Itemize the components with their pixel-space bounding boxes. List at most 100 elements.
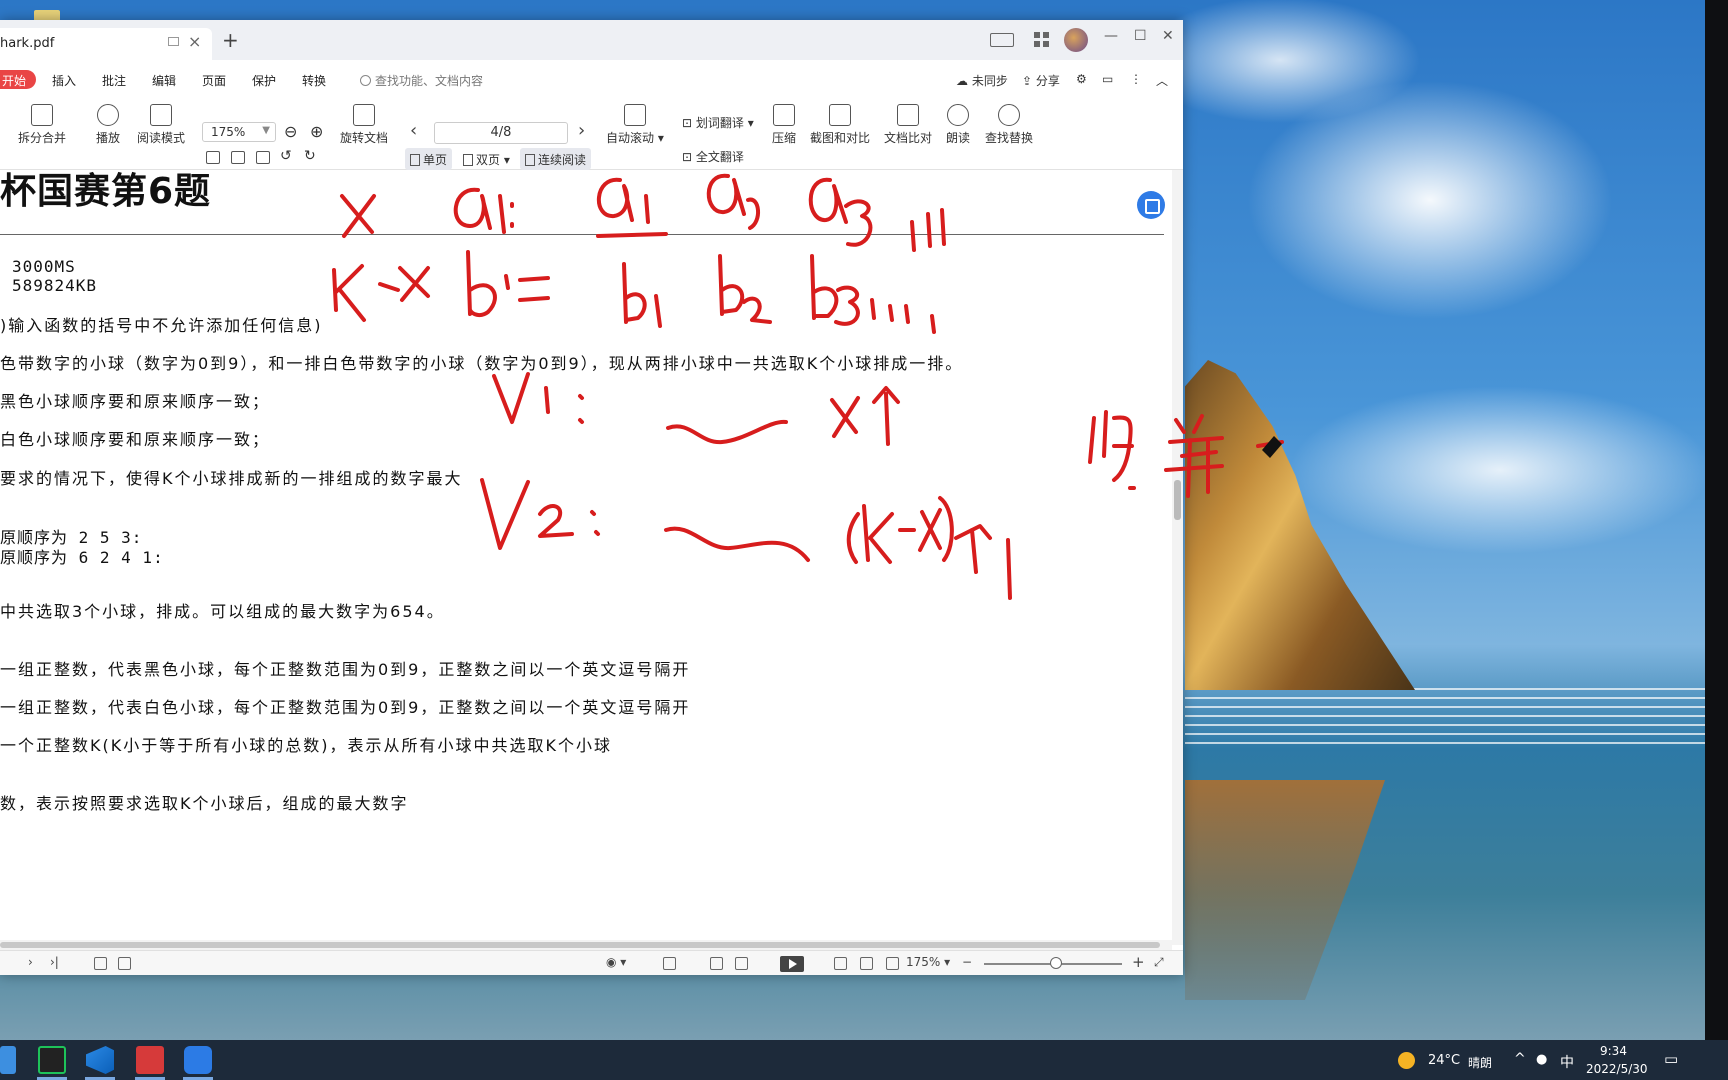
page-number-input[interactable]: 4/8 <box>434 122 568 144</box>
read-aloud-button[interactable]: 朗读 <box>946 104 970 146</box>
forward-icon[interactable] <box>118 957 131 970</box>
maximize-button[interactable]: ☐ <box>1134 28 1147 52</box>
close-button[interactable]: ✕ <box>1162 28 1174 52</box>
clock-date[interactable]: 2022/5/30 <box>1586 1062 1648 1076</box>
menu-insert[interactable]: 插入 <box>52 72 76 89</box>
split-merge-button[interactable]: 拆分合并 <box>18 104 66 146</box>
annotation-float-button[interactable] <box>1137 191 1165 219</box>
menu-annotate[interactable]: 批注 <box>102 72 126 89</box>
rotate-right-icon[interactable]: ↻ <box>304 148 316 164</box>
zoom-plus-button[interactable]: + <box>1132 953 1145 971</box>
screenshot-icon <box>829 104 851 126</box>
doc-line-example-result: 中共选取3个小球，排成。可以组成的最大数字为654。 <box>0 602 445 621</box>
apps-grid-icon[interactable] <box>1034 32 1050 48</box>
vertical-scrollbar[interactable] <box>1172 170 1183 945</box>
fullscreen-icon[interactable]: ⤢ <box>1154 955 1164 970</box>
zoom-select[interactable]: 175% ▼ <box>202 122 276 142</box>
share-button[interactable]: ⇪ 分享 <box>1022 72 1060 89</box>
doc-line-time-limit: 3000MS <box>12 257 76 276</box>
new-tab-button[interactable]: + <box>222 30 239 50</box>
tab-close-icon[interactable]: × <box>188 32 201 51</box>
last-page-icon[interactable]: ›| <box>50 955 59 969</box>
wps-icon[interactable] <box>136 1046 164 1074</box>
menu-start-tab[interactable]: 开始 <box>0 70 36 89</box>
play-button[interactable]: 播放 <box>96 104 120 146</box>
next-page-icon[interactable]: › <box>578 120 585 141</box>
full-translate-button[interactable]: ⊡ 全文翻译 <box>682 148 744 165</box>
double-page-button[interactable]: 双页 ▾ <box>458 148 515 170</box>
search-placeholder: 查找功能、文档内容 <box>375 74 484 88</box>
document-page[interactable]: 杯国赛第6题 3000MS 589824KB )输入函数的括号中不允许添加任何信… <box>0 170 1172 940</box>
double-view-icon[interactable] <box>735 957 748 970</box>
pin-icon[interactable] <box>168 37 179 46</box>
fit-page-icon[interactable] <box>860 957 873 970</box>
app-cloud-icon[interactable] <box>184 1046 212 1074</box>
single-view-icon[interactable] <box>710 957 723 970</box>
zoom-in-icon[interactable]: ⊕ <box>310 122 323 141</box>
vertical-scroll-thumb[interactable] <box>1174 480 1181 520</box>
start-button[interactable] <box>0 1046 16 1074</box>
zoom-slider-knob[interactable] <box>1050 957 1062 969</box>
word-translate-button[interactable]: ⊡ 划词翻译 ▾ <box>682 114 754 131</box>
doc-compare-button[interactable]: 文档比对 <box>884 104 932 146</box>
screenshot-compare-button[interactable]: 截图和对比 <box>810 104 870 146</box>
ime-indicator[interactable]: 中 <box>1560 1052 1574 1072</box>
layout-icon[interactable] <box>990 33 1014 47</box>
play-slideshow-button[interactable] <box>780 956 804 972</box>
play-icon <box>97 104 119 126</box>
continuous-view-icon[interactable] <box>663 957 676 970</box>
weather-sun-icon[interactable] <box>1398 1052 1415 1069</box>
double-page-icon <box>463 154 473 166</box>
menu-protect[interactable]: 保护 <box>252 72 276 89</box>
menu-edit[interactable]: 编辑 <box>152 72 176 89</box>
status-zoom-value: 175% <box>906 955 941 969</box>
fit-page-icon[interactable] <box>231 151 245 164</box>
horizontal-scroll-thumb[interactable] <box>0 942 1160 948</box>
collapse-ribbon-icon[interactable]: ︿ <box>1156 72 1168 89</box>
continuous-reading-button[interactable]: 连续阅读 <box>520 148 592 170</box>
auto-scroll-button[interactable]: 自动滚动 ▾ <box>606 104 664 146</box>
find-replace-button[interactable]: 查找替换 <box>985 104 1033 146</box>
rotate-doc-button[interactable]: 旋转文档 <box>340 104 388 146</box>
horizontal-scrollbar[interactable] <box>0 940 1172 950</box>
screen-edge <box>1705 0 1728 1040</box>
document-tab[interactable]: hark.pdf × <box>0 28 212 60</box>
actual-size-icon[interactable] <box>834 957 847 970</box>
zoom-minus-button[interactable]: − <box>962 955 972 969</box>
user-avatar[interactable] <box>1064 28 1088 52</box>
document-heading: 杯国赛第6题 <box>0 171 212 212</box>
single-page-button[interactable]: 单页 <box>405 148 453 170</box>
zoom-out-icon[interactable]: ⊖ <box>284 122 297 141</box>
reading-mode-button[interactable]: 阅读模式 <box>137 104 185 146</box>
find-replace-label: 查找替换 <box>985 131 1034 145</box>
back-icon[interactable] <box>94 957 107 970</box>
eye-protect-icon[interactable]: ◉ ▾ <box>606 955 626 969</box>
compress-button[interactable]: 压缩 <box>772 104 796 146</box>
more-icon[interactable]: ⋮ <box>1130 72 1142 86</box>
weather-temperature[interactable]: 24°C <box>1428 1053 1460 1068</box>
menu-page[interactable]: 页面 <box>202 72 226 89</box>
actual-size-icon[interactable] <box>206 151 220 164</box>
menu-convert[interactable]: 转换 <box>302 72 326 89</box>
settings-icon[interactable]: ⚙ <box>1076 72 1087 86</box>
next-page-icon[interactable]: › <box>28 955 33 969</box>
chevron-down-icon: ▼ <box>262 125 270 136</box>
prev-page-icon[interactable]: ‹ <box>410 120 417 141</box>
rotate-left-icon[interactable]: ↺ <box>280 148 292 164</box>
vscode-icon[interactable] <box>86 1046 114 1074</box>
weather-description[interactable]: 晴朗 <box>1468 1054 1492 1071</box>
cliff-rock <box>1185 360 1415 690</box>
fit-width-icon[interactable] <box>256 151 270 164</box>
status-zoom-select[interactable]: 175% ▾ <box>906 955 950 969</box>
minimize-button[interactable]: — <box>1104 28 1118 52</box>
clock-time[interactable]: 9:34 <box>1600 1044 1627 1058</box>
microphone-icon[interactable]: ● <box>1536 1052 1547 1067</box>
fit-width-icon[interactable] <box>886 957 899 970</box>
cloud-sync-status[interactable]: ☁ 未同步 <box>956 72 1008 89</box>
feature-search[interactable]: 查找功能、文档内容 <box>360 72 483 89</box>
tray-expand-icon[interactable]: ^ <box>1514 1051 1526 1067</box>
notification-icon[interactable]: ▭ <box>1664 1050 1678 1068</box>
comment-icon[interactable]: ▭ <box>1102 72 1113 86</box>
pycharm-icon[interactable] <box>38 1046 66 1074</box>
doc-line-rule-white: 白色小球顺序要和原来顺序一致； <box>0 430 271 449</box>
